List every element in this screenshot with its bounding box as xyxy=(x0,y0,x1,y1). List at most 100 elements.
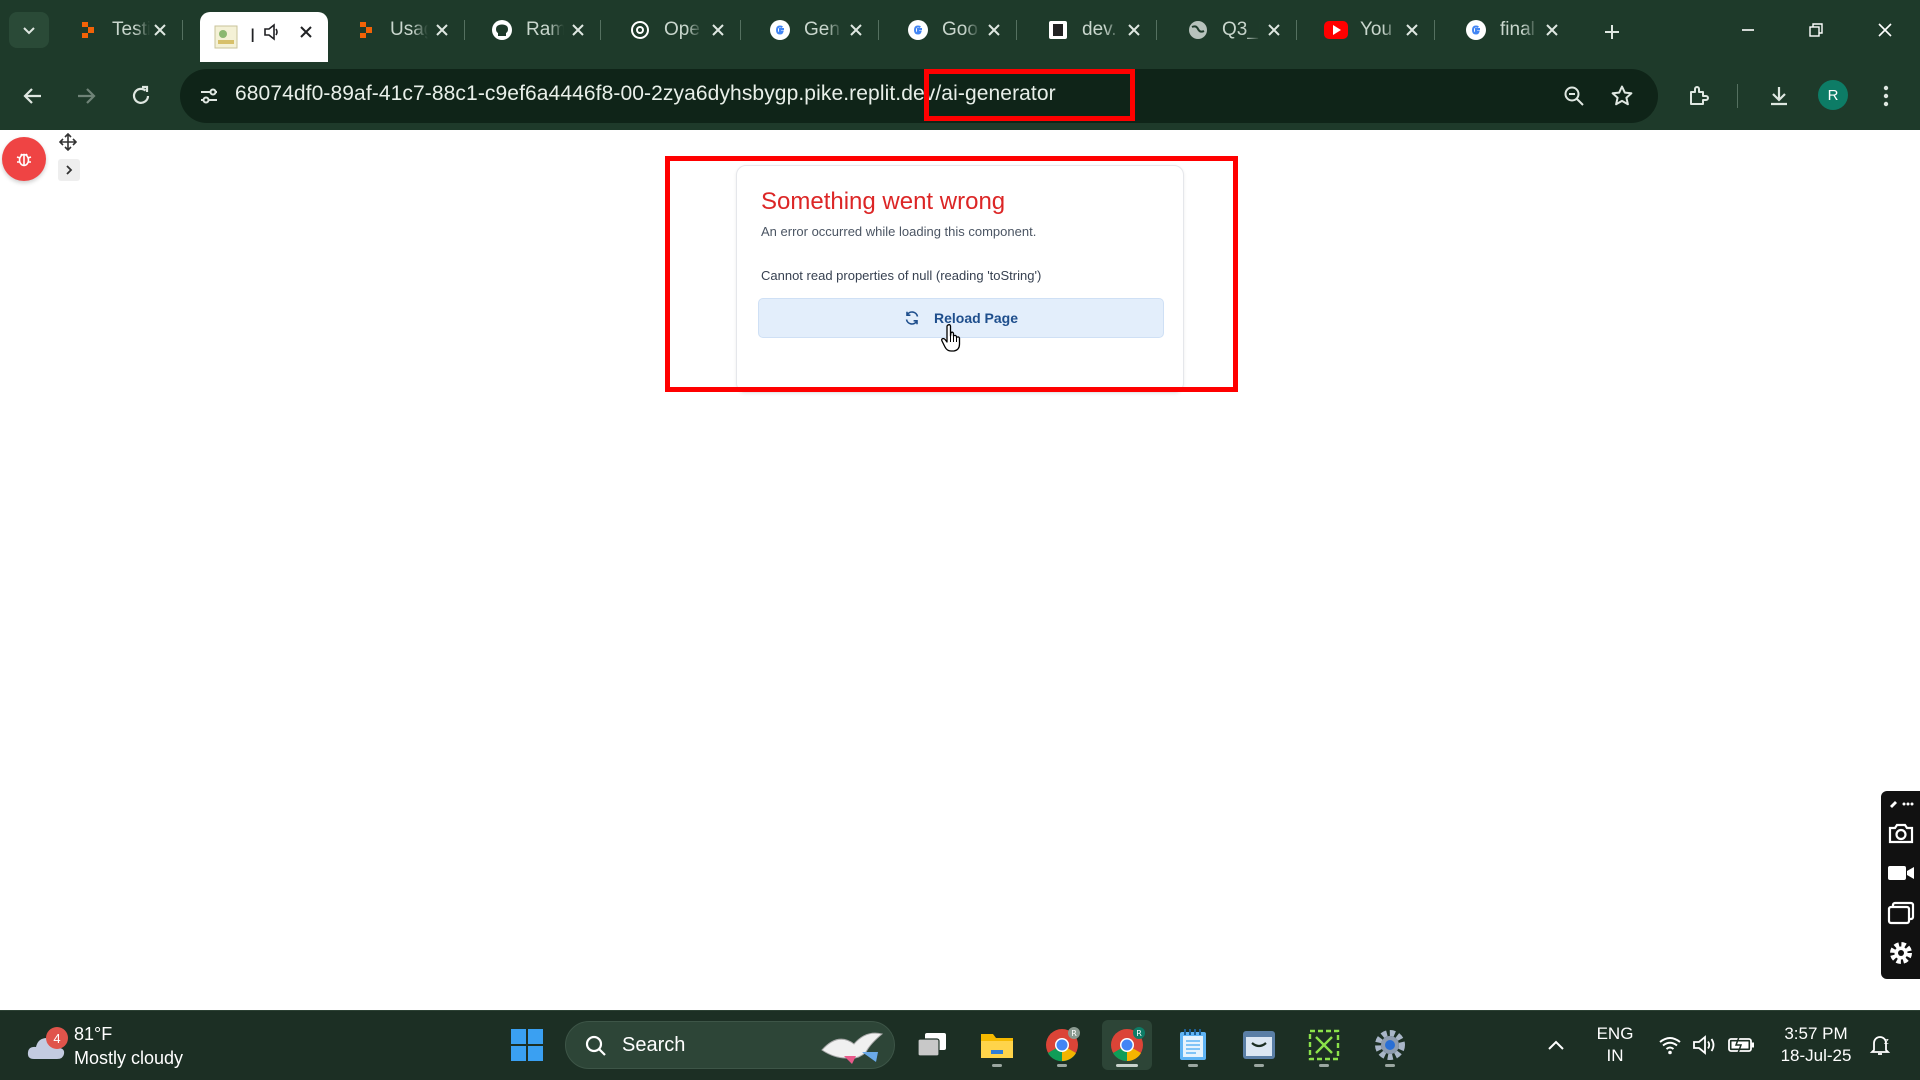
settings-app-button[interactable] xyxy=(1365,1020,1415,1070)
settings-gear-icon[interactable] xyxy=(1885,937,1917,969)
plus-icon xyxy=(1605,25,1619,39)
downloads-button[interactable] xyxy=(1759,76,1799,116)
tab-dev[interactable]: dev. xyxy=(1032,10,1157,50)
chrome-profile-1-button[interactable]: R xyxy=(1037,1020,1087,1070)
close-tab-icon[interactable] xyxy=(1262,18,1286,42)
star-icon xyxy=(1611,85,1633,106)
bug-report-button[interactable] xyxy=(2,137,46,181)
running-indicator xyxy=(1057,1064,1067,1067)
task-view-button[interactable] xyxy=(907,1020,957,1070)
new-tab-button[interactable] xyxy=(1596,16,1628,48)
notepad-icon xyxy=(1180,1029,1206,1060)
move-handle[interactable] xyxy=(58,132,78,152)
tab-google-goo[interactable]: Goo xyxy=(892,10,1017,50)
tab-title: Usag xyxy=(390,19,428,40)
globe-icon xyxy=(1186,18,1210,42)
input-language-indicator[interactable]: ENG IN xyxy=(1590,1023,1640,1067)
tab-active[interactable]: I xyxy=(200,12,328,62)
close-tab-icon[interactable] xyxy=(844,18,868,42)
expand-toolbar-button[interactable] xyxy=(58,159,80,181)
bookmark-button[interactable] xyxy=(1604,78,1640,114)
menu-button[interactable] xyxy=(1866,76,1906,116)
tab-title: dev. xyxy=(1082,19,1117,40)
minimize-button[interactable] xyxy=(1723,10,1773,50)
speaker-icon[interactable] xyxy=(262,22,282,48)
tab-testi[interactable]: Testi xyxy=(62,10,183,50)
file-explorer-button[interactable] xyxy=(972,1020,1022,1070)
camera-icon[interactable] xyxy=(1885,817,1917,849)
forward-button[interactable] xyxy=(66,76,106,116)
tab-separator xyxy=(464,20,465,40)
windows-taskbar: 4 81°F Mostly cloudy Search R R ENG IN 3… xyxy=(0,1010,1920,1080)
clock[interactable]: 3:57 PM 18-Jul-25 xyxy=(1766,1023,1866,1067)
tab-youtube[interactable]: You xyxy=(1310,10,1435,50)
tab-usag[interactable]: Usag xyxy=(340,10,465,50)
svg-text:R: R xyxy=(1136,1029,1142,1038)
running-indicator xyxy=(992,1064,1002,1067)
tab-google-final[interactable]: final xyxy=(1450,10,1574,50)
address-bar[interactable]: 68074df0-89af-41c7-88c1-c9ef6a4446f8-00-… xyxy=(180,69,1658,123)
window-capture-icon[interactable] xyxy=(1885,897,1917,929)
reload-button[interactable] xyxy=(121,76,161,116)
folder-icon xyxy=(981,1034,1013,1058)
app-button-mail[interactable] xyxy=(1234,1020,1284,1070)
video-record-icon[interactable] xyxy=(1885,857,1917,889)
language-code: ENG xyxy=(1596,1024,1634,1043)
tab-search-button[interactable] xyxy=(9,12,49,48)
taskbar-search[interactable]: Search xyxy=(565,1021,895,1069)
close-tab-icon[interactable] xyxy=(1400,18,1424,42)
tab-title: Ram xyxy=(526,19,564,40)
wifi-icon[interactable] xyxy=(1656,1031,1684,1059)
tab-separator xyxy=(1156,20,1157,40)
search-label: Search xyxy=(622,1034,686,1056)
tab-title: Gen xyxy=(804,19,840,40)
url-host: 68074df0-89af-41c7-88c1-c9ef6a4446f8-00-… xyxy=(235,82,936,105)
close-window-button[interactable] xyxy=(1860,10,1910,50)
app-button-snip[interactable] xyxy=(1299,1020,1349,1070)
close-tab-icon[interactable] xyxy=(1122,18,1146,42)
tab-separator xyxy=(1016,20,1017,40)
site-info-button[interactable] xyxy=(190,77,228,115)
site-thumbnail-icon xyxy=(214,25,238,49)
tab-title: Goo xyxy=(942,19,978,40)
tab-openai[interactable]: Ope xyxy=(614,10,741,50)
chevron-right-icon xyxy=(66,165,73,175)
screen-capture-panel xyxy=(1881,791,1920,979)
move-icon xyxy=(59,133,77,151)
weather-text: 81°F Mostly cloudy xyxy=(74,1022,183,1070)
start-button[interactable] xyxy=(502,1020,552,1070)
close-tab-icon[interactable] xyxy=(982,18,1006,42)
close-tab-icon[interactable] xyxy=(148,18,172,42)
close-tab-icon[interactable] xyxy=(706,18,730,42)
show-hidden-icons-button[interactable] xyxy=(1542,1031,1570,1059)
zoom-button[interactable] xyxy=(1556,78,1592,114)
extensions-button[interactable] xyxy=(1679,76,1719,116)
profile-avatar[interactable]: R xyxy=(1818,80,1848,110)
close-tab-icon[interactable] xyxy=(294,20,318,44)
volume-icon[interactable] xyxy=(1691,1031,1719,1059)
tab-q3[interactable]: Q3_I xyxy=(1172,10,1297,50)
close-tab-icon[interactable] xyxy=(566,18,590,42)
restore-icon xyxy=(1809,23,1823,37)
notepad-button[interactable] xyxy=(1168,1020,1218,1070)
tab-github[interactable]: Ram xyxy=(476,10,601,50)
back-button[interactable] xyxy=(13,76,53,116)
close-icon xyxy=(1878,23,1892,37)
panel-menu-icon[interactable] xyxy=(1885,793,1917,813)
google-icon xyxy=(768,18,792,42)
chrome-icon: R xyxy=(1111,1027,1145,1062)
battery-icon[interactable] xyxy=(1728,1031,1756,1059)
chrome-icon: R xyxy=(1046,1027,1080,1062)
close-tab-icon[interactable] xyxy=(1540,18,1564,42)
close-tab-icon[interactable] xyxy=(430,18,454,42)
weather-widget[interactable]: 4 81°F Mostly cloudy xyxy=(24,1021,183,1071)
restore-button[interactable] xyxy=(1791,10,1841,50)
notifications-button[interactable]: z xyxy=(1866,1031,1894,1059)
clock-time: 3:57 PM xyxy=(1784,1024,1848,1043)
weather-alert-badge: 4 xyxy=(46,1027,68,1049)
app-window-icon xyxy=(1243,1031,1275,1059)
tab-google-gen[interactable]: Gen xyxy=(754,10,879,50)
replit-icon xyxy=(354,18,378,42)
chrome-profile-2-button[interactable]: R xyxy=(1102,1020,1152,1070)
youtube-icon xyxy=(1324,18,1348,42)
